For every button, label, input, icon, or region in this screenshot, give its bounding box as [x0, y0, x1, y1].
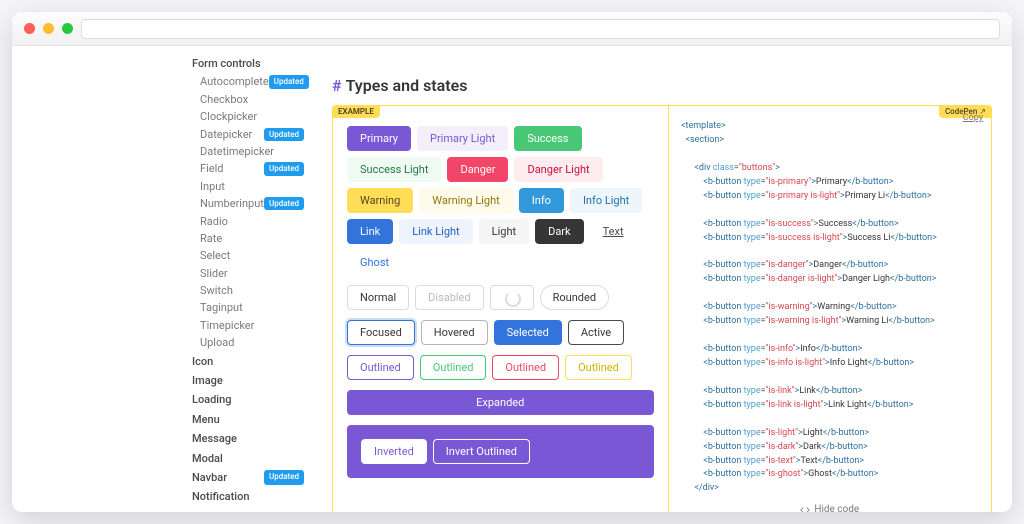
text-button[interactable]: Text	[590, 219, 637, 244]
minimize-dot[interactable]	[43, 23, 54, 34]
sidebar-item[interactable]: Select	[192, 247, 312, 264]
sidebar-item[interactable]: DatepickerUpdated	[192, 126, 312, 143]
example-tag: Example	[332, 105, 380, 118]
code-icon	[800, 505, 810, 512]
normal-button[interactable]: Normal	[347, 285, 409, 310]
primary-button[interactable]: Primary	[347, 126, 411, 151]
success-light-button[interactable]: Success Light	[347, 157, 441, 182]
button-group-states-1: Normal Disabled . Rounded	[347, 285, 654, 310]
sidebar-item[interactable]: NavbarUpdated	[192, 468, 312, 487]
main-content: #Types and states Example CodePen ↗ Prim…	[312, 46, 1012, 512]
danger-button[interactable]: Danger	[447, 157, 508, 182]
sidebar-item[interactable]: Modal	[192, 449, 312, 468]
button-group-colors: Primary Primary Light Success Success Li…	[347, 126, 654, 275]
expanded-button[interactable]: Expanded	[347, 390, 654, 415]
button-group-outlined: Outlined Outlined Outlined Outlined	[347, 355, 654, 380]
ghost-button[interactable]: Ghost	[347, 250, 402, 275]
sidebar-item[interactable]: Loading	[192, 390, 312, 409]
copy-link[interactable]: Copy	[963, 112, 983, 126]
sidebar-item[interactable]: Menu	[192, 410, 312, 429]
hide-code-button[interactable]: Hide code	[677, 496, 984, 512]
sidebar-item[interactable]: Message	[192, 429, 312, 448]
danger-light-button[interactable]: Danger Light	[514, 157, 602, 182]
sidebar-item[interactable]: Slider	[192, 265, 312, 282]
hovered-button[interactable]: Hovered	[421, 320, 488, 345]
disabled-button: Disabled	[415, 285, 483, 310]
sidebar-item[interactable]: Image	[192, 371, 312, 390]
code-block: <template> <section> <div class="buttons…	[677, 120, 984, 496]
sidebar-item[interactable]: Radio	[192, 213, 312, 230]
link-light-button[interactable]: Link Light	[399, 219, 472, 244]
outlined-danger-button[interactable]: Outlined	[492, 355, 559, 380]
button-group-states-2: Focused Hovered Selected Active	[347, 320, 654, 345]
sidebar-item[interactable]: Input	[192, 178, 312, 195]
close-dot[interactable]	[24, 23, 35, 34]
updated-tag: Updated	[264, 128, 304, 141]
loading-button[interactable]: .	[490, 285, 534, 310]
outlined-warning-button[interactable]: Outlined	[565, 355, 632, 380]
sidebar-item[interactable]: AutocompleteUpdated	[192, 73, 312, 90]
url-bar[interactable]	[81, 19, 1000, 39]
demo-pane: Primary Primary Light Success Success Li…	[333, 106, 669, 512]
section-heading-types: #Types and states	[332, 76, 992, 95]
light-button[interactable]: Light	[479, 219, 529, 244]
sidebar-item[interactable]: Icon	[192, 352, 312, 371]
code-pane: Copy <template> <section> <div class="bu…	[669, 106, 992, 512]
sidebar-item[interactable]: Timepicker	[192, 317, 312, 334]
outlined-success-button[interactable]: Outlined	[420, 355, 487, 380]
updated-tag: Updated	[264, 470, 304, 485]
inverted-button[interactable]: Inverted	[361, 439, 427, 464]
link-button[interactable]: Link	[347, 219, 393, 244]
outlined-primary-button[interactable]: Outlined	[347, 355, 414, 380]
dark-button[interactable]: Dark	[535, 219, 584, 244]
sidebar-item[interactable]: FieldUpdated	[192, 160, 312, 177]
sidebar-item[interactable]: NumberinputUpdated	[192, 195, 312, 212]
sidebar-item[interactable]: Taginput	[192, 299, 312, 316]
zoom-dot[interactable]	[62, 23, 73, 34]
warning-light-button[interactable]: Warning Light	[419, 188, 512, 213]
info-light-button[interactable]: Info Light	[570, 188, 642, 213]
sidebar-category: Form controls	[192, 54, 312, 73]
info-button[interactable]: Info	[519, 188, 564, 213]
selected-button[interactable]: Selected	[494, 320, 562, 345]
updated-tag: Updated	[264, 197, 304, 210]
updated-tag: Updated	[269, 75, 309, 88]
sidebar-item[interactable]: Switch	[192, 282, 312, 299]
sidebar: Form controlsAutocompleteUpdatedCheckbox…	[12, 46, 312, 512]
invert-outlined-button[interactable]: Invert Outlined	[433, 439, 530, 464]
warning-button[interactable]: Warning	[347, 188, 413, 213]
sidebar-item[interactable]: Notification	[192, 487, 312, 506]
sidebar-item[interactable]: Pagination	[192, 507, 312, 512]
active-button[interactable]: Active	[568, 320, 624, 345]
sidebar-item[interactable]: Upload	[192, 334, 312, 351]
updated-tag: Updated	[264, 162, 304, 175]
window-chrome	[12, 12, 1012, 46]
rounded-button[interactable]: Rounded	[540, 285, 609, 310]
sidebar-item[interactable]: Datetimepicker	[192, 143, 312, 160]
example-box: Example CodePen ↗ Primary Primary Light …	[332, 105, 992, 512]
sidebar-item[interactable]: Checkbox	[192, 91, 312, 108]
app-window: Form controlsAutocompleteUpdatedCheckbox…	[12, 12, 1012, 512]
inverted-box: Inverted Invert Outlined	[347, 425, 654, 478]
focused-button[interactable]: Focused	[347, 320, 415, 345]
sidebar-item[interactable]: Rate	[192, 230, 312, 247]
sidebar-item[interactable]: Clockpicker	[192, 108, 312, 125]
hash-icon: #	[332, 76, 342, 95]
success-button[interactable]: Success	[514, 126, 581, 151]
primary-light-button[interactable]: Primary Light	[417, 126, 508, 151]
